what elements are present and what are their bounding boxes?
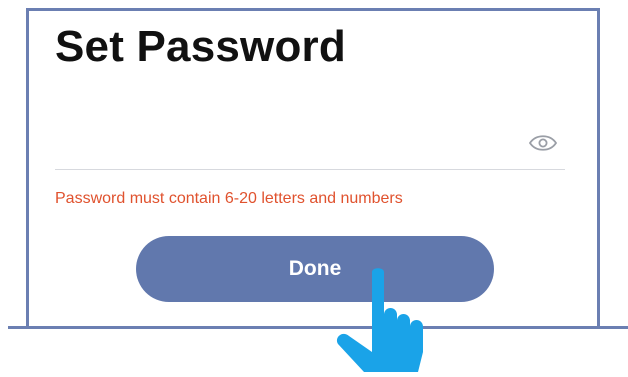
screen-bottom-edge xyxy=(8,326,628,329)
password-field-underline xyxy=(55,169,565,170)
pointing-hand-icon xyxy=(334,266,444,372)
eye-icon[interactable] xyxy=(528,131,558,155)
password-input[interactable] xyxy=(55,116,567,170)
page-title: Set Password xyxy=(55,22,346,71)
password-error-message: Password must contain 6-20 letters and n… xyxy=(55,190,403,207)
